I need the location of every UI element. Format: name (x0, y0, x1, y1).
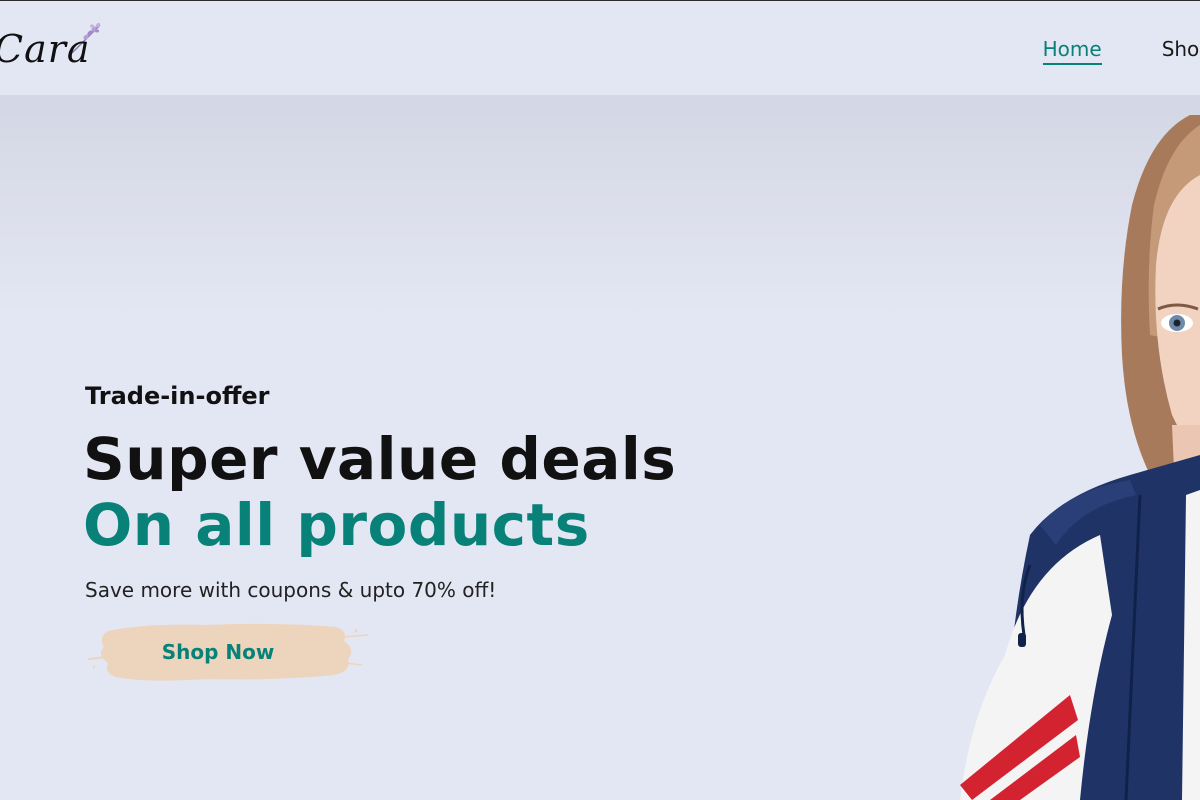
shop-now-label: Shop Now (161, 640, 275, 664)
hero-subtitle: Trade-in-offer (85, 382, 270, 410)
brand-logo[interactable]: Cara (0, 19, 114, 75)
hero-section: Trade-in-offer Super value deals On all … (0, 95, 1200, 800)
hero-model-image (960, 115, 1200, 800)
hero-headline: Super value deals (83, 425, 677, 493)
nav-item-shop[interactable]: Shop (1162, 37, 1200, 65)
hero-highlight: On all products (83, 491, 590, 559)
site-header: Cara Home Shop (0, 1, 1200, 95)
logo-text: Cara (0, 27, 91, 71)
hero-description: Save more with coupons & upto 70% off! (85, 578, 497, 602)
shop-now-button[interactable]: Shop Now (86, 619, 372, 685)
main-nav: Home Shop (1042, 37, 1200, 65)
nav-item-home[interactable]: Home (1042, 37, 1102, 65)
